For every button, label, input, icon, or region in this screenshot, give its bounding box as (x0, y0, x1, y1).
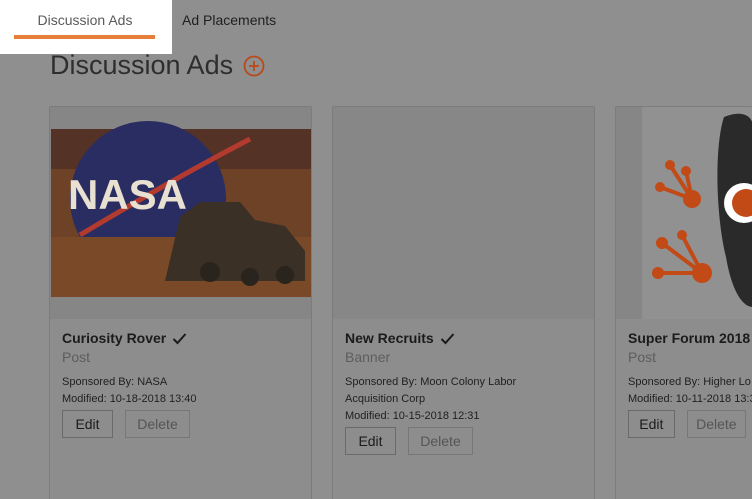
card-meta-line: Modified: 10-18-2018 13:40 (62, 393, 197, 405)
delete-button[interactable]: Delete (125, 410, 190, 438)
card-title: New Recruits (345, 330, 434, 346)
card-actions: Edit Delete (628, 410, 746, 438)
card-body: Super Forum 2018 Post Sponsored By: High… (628, 330, 752, 438)
card-type: Post (62, 349, 91, 365)
card-body: Curiosity Rover Post Sponsored By: NASA … (62, 330, 305, 438)
edit-button[interactable]: Edit (62, 410, 113, 438)
card-meta: Sponsored By: Higher Lo Modified: 10-11-… (628, 374, 752, 408)
ad-image (616, 107, 752, 319)
card-meta-line: Modified: 10-15-2018 12:31 (345, 410, 480, 422)
tab-bar: Discussion Ads Ad Placements (0, 0, 752, 54)
card-title: Super Forum 2018 (628, 330, 751, 346)
add-circle-icon[interactable] (243, 55, 265, 77)
ad-image: NASA (50, 107, 311, 319)
card-title-row: Super Forum 2018 (628, 330, 750, 346)
card-meta: Sponsored By: NASA Modified: 10-18-2018 … (62, 374, 305, 408)
checkmark-icon (440, 332, 455, 345)
active-tab-indicator (14, 35, 155, 39)
tab-ad-placements[interactable]: Ad Placements (182, 12, 276, 28)
card-title-row: Curiosity Rover (62, 330, 305, 346)
page-title: Discussion Ads (50, 50, 234, 80)
ad-card[interactable]: Super Forum 2018 Post Sponsored By: High… (615, 106, 752, 499)
nasa-logo-text: NASA (68, 171, 187, 218)
ad-card[interactable]: New Recruits Banner Sponsored By: Moon C… (332, 106, 595, 499)
card-type: Banner (345, 349, 391, 365)
card-type: Post (628, 349, 657, 365)
card-meta: Sponsored By: Moon Colony Labor Acquisit… (345, 374, 588, 425)
delete-button[interactable]: Delete (686, 410, 746, 438)
card-actions: Edit Delete (62, 410, 305, 438)
card-body: New Recruits Banner Sponsored By: Moon C… (345, 330, 588, 455)
delete-button[interactable]: Delete (408, 427, 473, 455)
card-meta-line: Sponsored By: Higher Lo (628, 376, 751, 388)
tab-discussion-ads[interactable]: Discussion Ads (0, 0, 172, 54)
card-actions: Edit Delete (345, 427, 588, 455)
page-title-row: Discussion Ads (50, 50, 265, 81)
tab-label: Discussion Ads (37, 12, 133, 28)
card-meta-line: Modified: 10-11-2018 13:3 (628, 393, 752, 405)
card-meta-line: Sponsored By: Moon Colony Labor (345, 376, 517, 388)
ad-image-placeholder (333, 107, 594, 319)
edit-button[interactable]: Edit (345, 427, 396, 455)
checkmark-icon (172, 332, 187, 345)
edit-button[interactable]: Edit (628, 410, 675, 438)
card-title: Curiosity Rover (62, 330, 167, 346)
card-meta-line: Sponsored By: NASA (62, 376, 168, 388)
card-title-row: New Recruits (345, 330, 588, 346)
card-meta-line: Acquisition Corp (345, 393, 426, 405)
ad-card[interactable]: NASA Curiosity Rover Post Sponsored By: … (49, 106, 312, 499)
